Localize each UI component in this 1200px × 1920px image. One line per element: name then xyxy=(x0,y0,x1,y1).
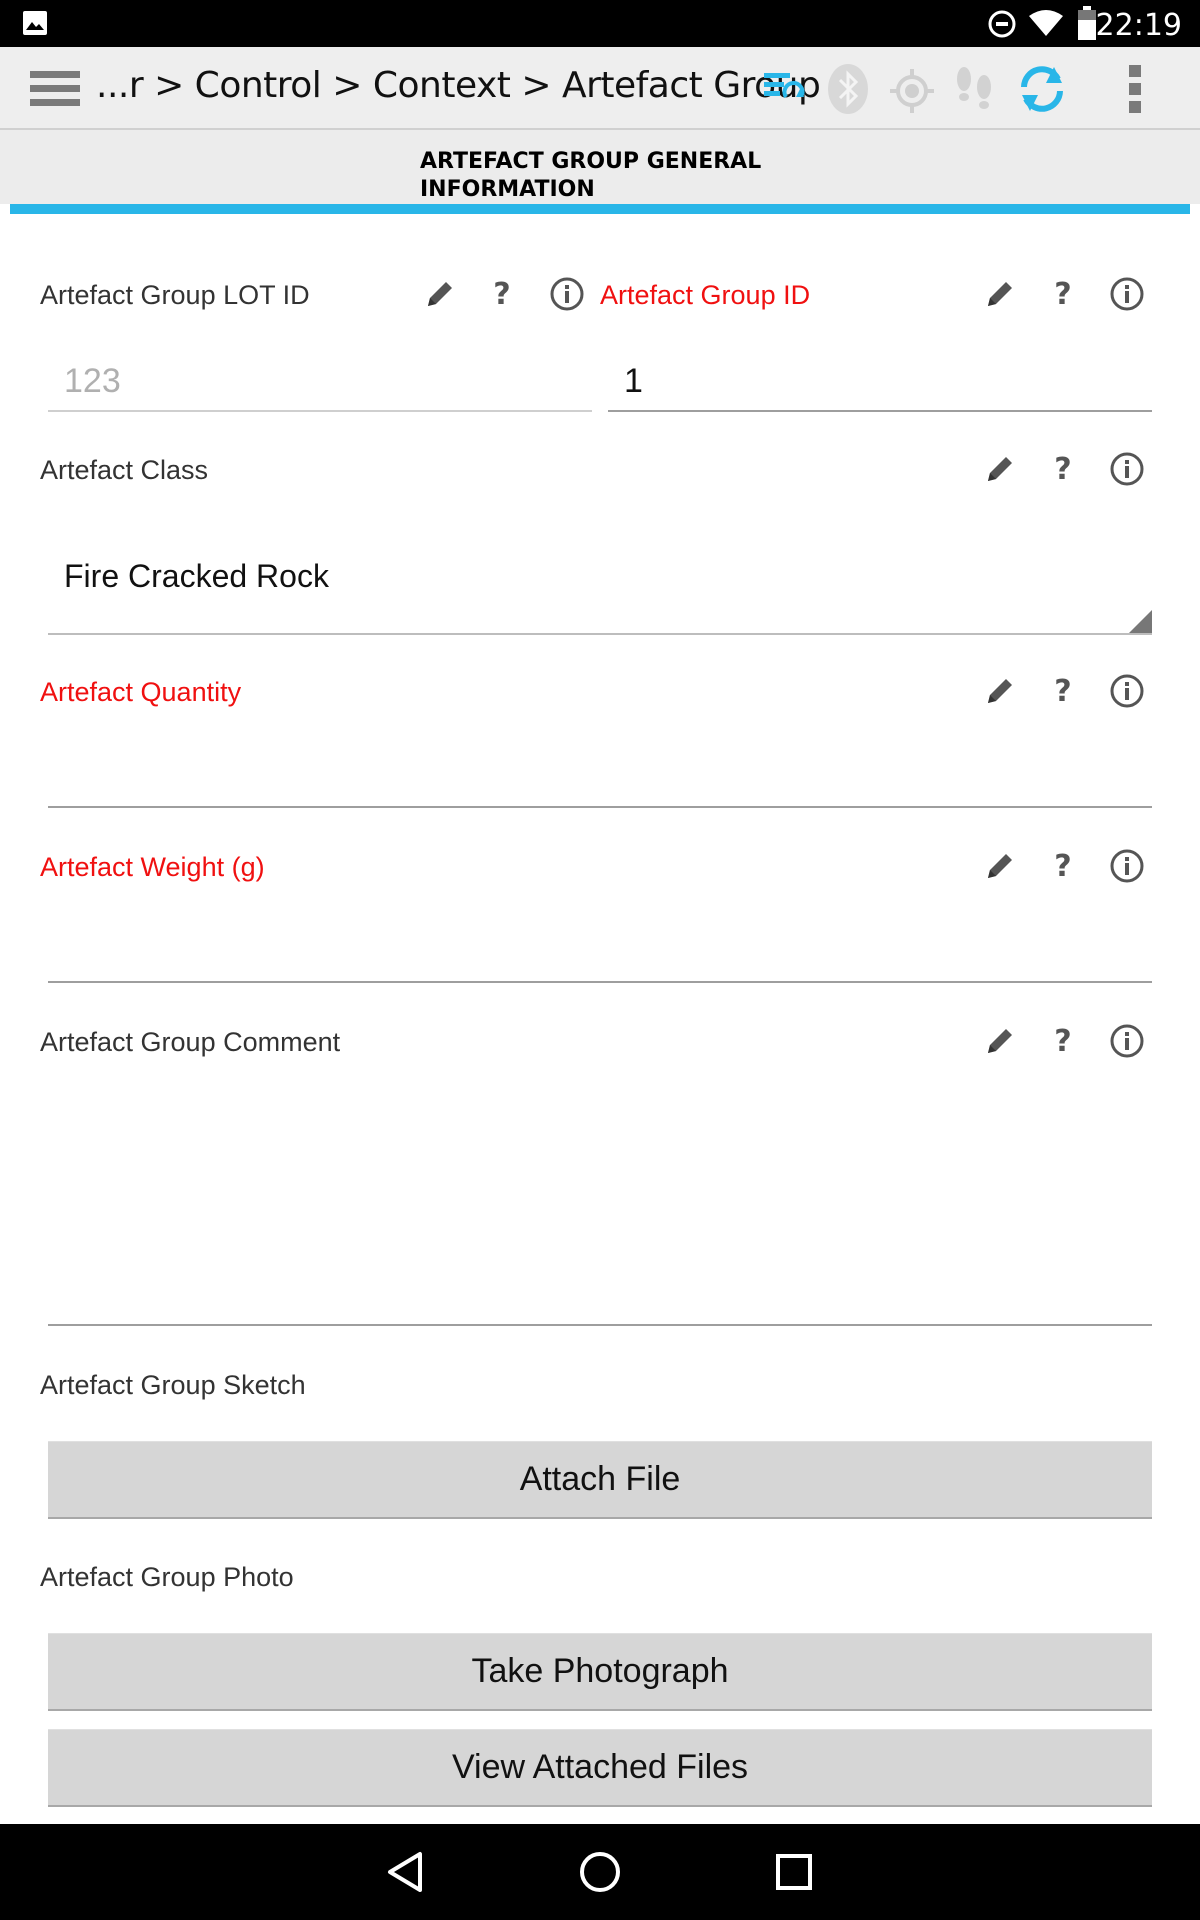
refresh-icon[interactable] xyxy=(1014,61,1070,117)
pencil-icon[interactable] xyxy=(420,274,460,314)
status-bar: 22:19 xyxy=(0,0,1200,47)
artefact-class-selected-value: Fire Cracked Rock xyxy=(64,558,329,594)
info-icon[interactable] xyxy=(1107,671,1147,711)
group-id-label: Artefact Group ID xyxy=(600,280,811,310)
do-not-disturb-icon xyxy=(988,10,1016,38)
weight-underline xyxy=(48,981,1152,983)
take-photograph-button[interactable]: Take Photograph xyxy=(48,1633,1152,1711)
info-icon[interactable] xyxy=(1107,1021,1147,1061)
wifi-icon xyxy=(1028,8,1064,38)
quantity-underline xyxy=(48,806,1152,808)
artefact-class-underline xyxy=(48,633,1152,635)
group-id-input[interactable]: 1 xyxy=(624,362,643,401)
menu-icon[interactable] xyxy=(30,69,82,109)
section-title: ARTEFACT GROUP GENERAL INFORMATION xyxy=(420,149,762,202)
help-question-icon[interactable]: ? xyxy=(1043,449,1083,489)
help-question-icon[interactable]: ? xyxy=(1043,671,1083,711)
weight-input[interactable] xyxy=(64,915,1144,975)
photo-label: Artefact Group Photo xyxy=(40,1562,294,1592)
pencil-icon[interactable] xyxy=(980,671,1020,711)
weight-label: Artefact Weight (g) xyxy=(40,852,265,882)
help-question-icon[interactable]: ? xyxy=(1043,1021,1083,1061)
tracklog-footprints-icon[interactable] xyxy=(952,65,996,115)
recents-icon[interactable] xyxy=(774,1852,814,1892)
artefact-class-select[interactable]: Fire Cracked Rock xyxy=(48,540,1152,636)
lot-id-input[interactable]: 123 xyxy=(64,362,121,401)
artefact-class-label: Artefact Class xyxy=(40,455,209,485)
info-icon[interactable] xyxy=(547,274,587,314)
battery-icon xyxy=(1078,6,1096,40)
pencil-icon[interactable] xyxy=(980,1021,1020,1061)
pencil-icon[interactable] xyxy=(980,449,1020,489)
section-accent-bar xyxy=(10,204,1190,214)
attach-file-button[interactable]: Attach File xyxy=(48,1441,1152,1519)
navigation-bar xyxy=(0,1824,1200,1920)
lot-id-label: Artefact Group LOT ID xyxy=(40,280,310,310)
action-bar: ...r > Control > Context > Artefact Grou… xyxy=(0,47,1200,130)
info-icon[interactable] xyxy=(1107,449,1147,489)
info-icon[interactable] xyxy=(1107,274,1147,314)
breadcrumb: ...r > Control > Context > Artefact Grou… xyxy=(96,65,821,106)
status-time: 22:19 xyxy=(1095,8,1182,43)
help-question-icon[interactable]: ? xyxy=(482,274,522,314)
quantity-input[interactable] xyxy=(64,740,1144,800)
lot-id-underline xyxy=(48,410,592,412)
comment-textarea[interactable] xyxy=(64,1090,1144,1310)
help-question-icon[interactable]: ? xyxy=(1043,274,1083,314)
back-icon[interactable] xyxy=(384,1850,428,1894)
help-question-icon[interactable]: ? xyxy=(1043,846,1083,886)
gps-icon[interactable] xyxy=(890,69,934,113)
pencil-icon[interactable] xyxy=(980,846,1020,886)
pencil-icon[interactable] xyxy=(980,274,1020,314)
gallery-notification-icon xyxy=(22,10,48,36)
quantity-label: Artefact Quantity xyxy=(40,677,242,707)
bluetooth-icon[interactable] xyxy=(826,63,870,115)
info-icon[interactable] xyxy=(1107,846,1147,886)
sync-settings-icon[interactable] xyxy=(762,67,806,111)
group-id-underline xyxy=(608,410,1152,412)
sketch-label: Artefact Group Sketch xyxy=(40,1370,306,1400)
comment-underline xyxy=(48,1324,1152,1326)
dropdown-triangle-icon xyxy=(1128,610,1152,634)
comment-label: Artefact Group Comment xyxy=(40,1027,341,1057)
home-icon[interactable] xyxy=(578,1850,622,1894)
section-header: ARTEFACT GROUP GENERAL INFORMATION xyxy=(0,130,1200,204)
overflow-menu-icon[interactable] xyxy=(1126,63,1146,117)
view-attached-files-button[interactable]: View Attached Files xyxy=(48,1729,1152,1807)
